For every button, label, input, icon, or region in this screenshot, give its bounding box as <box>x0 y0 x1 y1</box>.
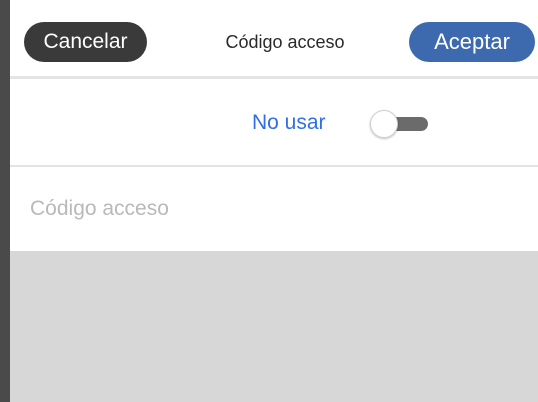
keyboard-area <box>10 251 538 402</box>
left-border <box>0 0 10 402</box>
passcode-row <box>10 167 538 251</box>
accept-button[interactable]: Aceptar <box>409 22 535 62</box>
passcode-input[interactable] <box>30 189 520 229</box>
cancel-button[interactable]: Cancelar <box>24 22 147 62</box>
toggle-knob <box>370 110 398 138</box>
no-passcode-toggle[interactable] <box>370 110 430 138</box>
no-passcode-row: No usar <box>10 79 538 165</box>
page-title: Código acceso <box>225 32 345 52</box>
passcode-screen: Cancelar Código acceso Aceptar No usar <box>0 0 538 402</box>
no-passcode-label: No usar <box>252 111 326 134</box>
